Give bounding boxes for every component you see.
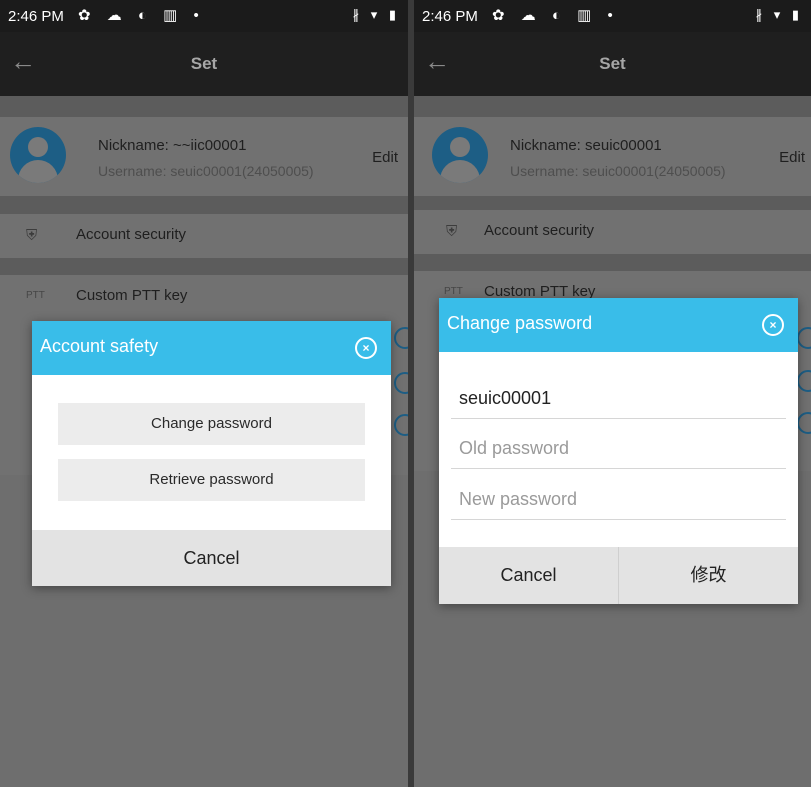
account-security-label: Account security [76, 226, 187, 243]
dialog-title: Change password [447, 313, 593, 333]
status-time: 2:46 PM [8, 8, 64, 25]
divider [0, 196, 408, 214]
status-notification-icons: ✿ ☁ ◐ ▥ • [78, 7, 205, 24]
account-security-row[interactable]: ⛨ Account security [0, 214, 408, 258]
shield-icon: ⛨ [446, 223, 458, 240]
app-bar: ← Set [0, 32, 408, 96]
status-bar: 2:46 PM ✿ ☁ ◐ ▥ • ∦ ▾ ▮ [0, 0, 408, 32]
username-label: Username: seuic00001(24050005) [98, 163, 314, 179]
change-password-button[interactable]: Change password [58, 403, 365, 445]
custom-ptt-label[interactable]: Custom PTT key [76, 287, 187, 304]
cancel-button[interactable]: Cancel [32, 530, 391, 586]
status-bar: 2:46 PM ✿ ☁ ◐ ▥ • ∦ ▾ ▮ [414, 0, 811, 32]
avatar-icon [432, 127, 488, 183]
status-notification-icons: ✿ ☁ ◐ ▥ • [492, 7, 619, 24]
status-system-icons: ∦ ▾ ▮ [352, 7, 400, 22]
divider [414, 96, 811, 117]
new-password-placeholder: New password [459, 489, 578, 509]
retrieve-password-button[interactable]: Retrieve password [58, 459, 365, 501]
account-security-row[interactable]: ⛨ Account security [414, 210, 811, 254]
dialog-header: Change password × [439, 298, 798, 352]
status-time: 2:46 PM [422, 8, 478, 25]
confirm-button[interactable]: 修改 [619, 547, 798, 604]
new-password-field[interactable]: New password [451, 485, 786, 520]
ptt-badge: PTT [444, 286, 463, 297]
divider [414, 196, 811, 210]
ptt-badge: PTT [26, 290, 45, 301]
nickname-label: Nickname: seuic00001 [510, 137, 662, 154]
toggle-icon[interactable] [394, 372, 408, 394]
left-screen: 2:46 PM ✿ ☁ ◐ ▥ • ∦ ▾ ▮ ← Set Nickname: … [0, 0, 408, 787]
old-password-placeholder: Old password [459, 438, 570, 458]
dialog-header: Account safety × [32, 321, 391, 375]
account-safety-dialog: Account safety × Change password Retriev… [32, 321, 391, 586]
toggle-icon[interactable] [394, 414, 408, 436]
avatar-icon [10, 127, 66, 183]
change-password-dialog: Change password × seuic00001 Old passwor… [439, 298, 798, 604]
app-bar: ← Set [414, 32, 811, 96]
edit-button[interactable]: Edit [372, 149, 398, 166]
divider [414, 254, 811, 271]
nickname-label: Nickname: ~~iic00001 [98, 137, 247, 154]
username-field[interactable]: seuic00001 [451, 384, 786, 419]
username-label: Username: seuic00001(24050005) [510, 163, 726, 179]
username-value: seuic00001 [459, 388, 552, 408]
page-title: Set [599, 54, 626, 73]
toggle-icon[interactable] [797, 327, 811, 349]
profile-card[interactable]: Nickname: seuic00001 Username: seuic0000… [414, 117, 811, 196]
dialog-title: Account safety [40, 336, 159, 356]
toggle-icon[interactable] [797, 412, 811, 434]
cancel-button[interactable]: Cancel [439, 547, 618, 604]
page-title: Set [190, 54, 218, 73]
close-icon[interactable]: × [762, 314, 784, 336]
status-system-icons: ∦ ▾ ▮ [755, 7, 803, 22]
profile-card[interactable]: Nickname: ~~iic00001 Username: seuic0000… [0, 117, 408, 196]
close-icon[interactable]: × [355, 337, 377, 359]
account-security-label: Account security [484, 222, 595, 239]
divider [0, 96, 408, 117]
edit-button[interactable]: Edit [779, 149, 805, 166]
right-screen: 2:46 PM ✿ ☁ ◐ ▥ • ∦ ▾ ▮ ← Set Nickname: … [414, 0, 811, 787]
toggle-icon[interactable] [797, 370, 811, 392]
shield-icon: ⛨ [26, 227, 38, 244]
divider [0, 258, 408, 275]
old-password-field[interactable]: Old password [451, 434, 786, 469]
toggle-icon[interactable] [394, 327, 408, 349]
